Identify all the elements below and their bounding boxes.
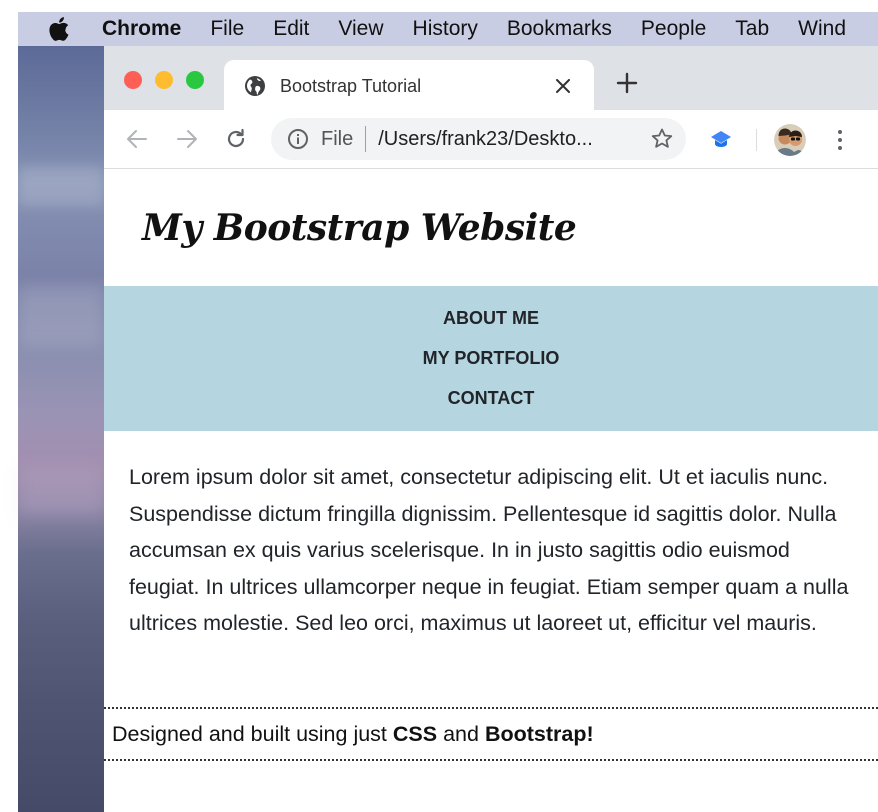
toolbar-divider — [756, 129, 757, 151]
browser-toolbar: File /Users/frank23/Deskto... — [104, 110, 878, 169]
menu-history[interactable]: History — [413, 17, 478, 41]
close-window-button[interactable] — [124, 71, 142, 89]
url-text[interactable]: /Users/frank23/Deskto... — [378, 128, 593, 151]
apple-logo-icon[interactable] — [48, 16, 78, 42]
web-page: My Bootstrap Website ABOUT ME MY PORTFOL… — [104, 169, 878, 812]
footer-strong-css: CSS — [392, 721, 438, 746]
globe-icon — [244, 75, 266, 97]
bookmark-star-icon[interactable] — [650, 127, 674, 151]
new-tab-button[interactable] — [614, 72, 640, 98]
body-paragraph: Lorem ipsum dolor sit amet, consectetur … — [129, 465, 849, 635]
menu-view[interactable]: View — [338, 17, 383, 41]
profile-avatar[interactable] — [774, 124, 806, 156]
nav-link-my-portfolio[interactable]: MY PORTFOLIO — [104, 348, 878, 369]
tab-strip: Bootstrap Tutorial — [104, 46, 878, 112]
back-arrow-icon[interactable] — [122, 124, 152, 154]
macos-menu-bar: Chrome File Edit View History Bookmarks … — [18, 12, 878, 46]
menu-people[interactable]: People — [641, 17, 706, 41]
menu-bookmarks[interactable]: Bookmarks — [507, 17, 612, 41]
more-menu-icon[interactable] — [830, 126, 850, 154]
footer-text: Designed and built using just CSS and Bo… — [112, 722, 594, 747]
zoom-window-button[interactable] — [186, 71, 204, 89]
address-separator — [365, 126, 367, 152]
nav-link-contact[interactable]: CONTACT — [104, 388, 878, 409]
desktop-wallpaper — [18, 46, 104, 812]
footer-strong-bootstrap: Bootstrap! — [484, 721, 594, 746]
footer-middle: and — [437, 721, 485, 746]
nav-bar: ABOUT ME MY PORTFOLIO CONTACT — [104, 286, 878, 431]
menu-file[interactable]: File — [210, 17, 244, 41]
nav-link-about-me[interactable]: ABOUT ME — [104, 308, 878, 329]
forward-arrow-icon[interactable] — [172, 124, 202, 154]
tab-close-icon[interactable] — [552, 75, 574, 97]
scheme-label: File — [321, 127, 354, 150]
browser-tab[interactable]: Bootstrap Tutorial — [224, 60, 594, 112]
menu-edit[interactable]: Edit — [273, 17, 309, 41]
site-title[interactable]: My Bootstrap Website — [142, 207, 577, 249]
info-icon[interactable] — [287, 128, 309, 150]
footer-prefix: Designed and built using just — [112, 721, 393, 746]
menu-chrome[interactable]: Chrome — [102, 17, 181, 41]
minimize-window-button[interactable] — [155, 71, 173, 89]
footer: Designed and built using just CSS and Bo… — [104, 707, 878, 761]
reload-icon[interactable] — [221, 124, 251, 154]
menu-tab[interactable]: Tab — [735, 17, 769, 41]
address-bar[interactable]: File /Users/frank23/Deskto... — [271, 118, 686, 160]
tab-title: Bootstrap Tutorial — [280, 75, 422, 96]
menu-window[interactable]: Wind — [798, 17, 846, 41]
browser-window: Bootstrap Tutorial File /Users/frank23/D… — [104, 46, 878, 812]
extension-icon[interactable] — [709, 128, 733, 152]
